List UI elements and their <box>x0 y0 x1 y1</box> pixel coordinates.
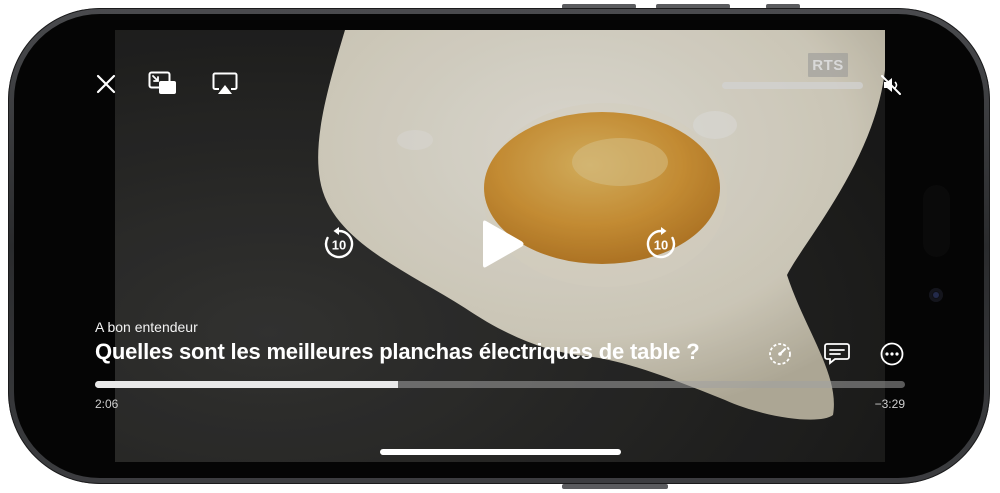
forward-10-icon: 10 <box>646 227 676 259</box>
forward-10-label: 10 <box>654 238 668 253</box>
episode-title: Quelles sont les meilleures planchas éle… <box>95 339 700 364</box>
forward-10-button[interactable]: 10 <box>642 225 680 263</box>
channel-logo: RTS <box>808 53 848 77</box>
playback-speed-button[interactable] <box>767 341 793 367</box>
close-icon <box>96 74 116 94</box>
elapsed-time: 2:06 <box>95 397 119 411</box>
subtitles-button[interactable] <box>823 341 851 367</box>
home-indicator[interactable] <box>380 449 621 455</box>
more-icon <box>880 342 904 366</box>
picture-in-picture-button[interactable] <box>147 70 179 98</box>
rewind-10-icon: 10 <box>324 227 354 259</box>
rewind-10-label: 10 <box>332 238 346 253</box>
speaker-muted-icon <box>881 75 901 95</box>
play-icon <box>483 220 524 268</box>
volume-slider[interactable] <box>722 82 863 89</box>
dynamic-island <box>923 185 950 257</box>
remaining-time: −3:29 <box>874 397 905 411</box>
subtitles-icon <box>824 343 850 365</box>
front-camera <box>929 288 943 302</box>
progress-bar[interactable] <box>95 381 905 388</box>
rewind-10-button[interactable]: 10 <box>320 225 358 263</box>
progress-fill <box>95 381 398 388</box>
airplay-button[interactable] <box>211 71 239 97</box>
show-name: A bon entendeur <box>95 319 198 335</box>
airplay-icon <box>212 72 238 94</box>
more-button[interactable] <box>879 341 905 367</box>
pip-icon <box>148 71 176 94</box>
playback-speed-icon <box>769 343 791 365</box>
mute-button[interactable] <box>879 73 903 97</box>
play-button[interactable] <box>478 217 528 271</box>
phone-button-bottom <box>562 484 668 489</box>
close-button[interactable] <box>94 72 118 96</box>
